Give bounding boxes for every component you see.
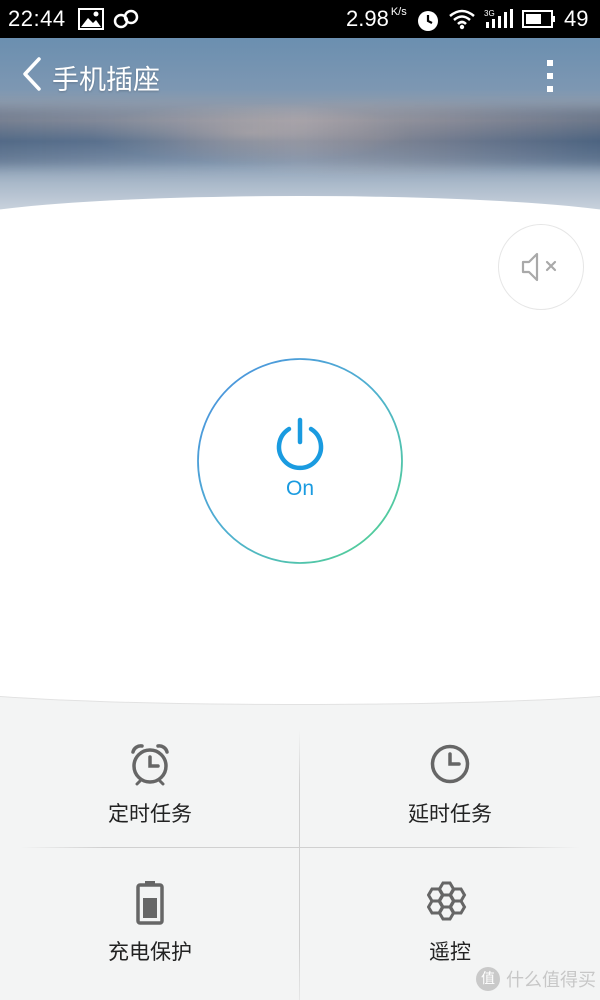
delay-task-label: 延时任务: [408, 802, 492, 826]
more-vertical-icon: [547, 60, 553, 66]
speaker-muted-icon: [521, 252, 557, 282]
status-bar: 22:44 2.98 K/s 3G 49: [0, 0, 600, 38]
power-toggle-button[interactable]: On: [196, 357, 404, 565]
network-type: 3G: [484, 9, 495, 18]
power-content: On: [196, 357, 404, 565]
function-panel: 定时任务 延时任务 充电保护 遥控: [0, 690, 600, 1000]
charge-protection-label: 充电保护: [108, 940, 192, 964]
charge-protection-button[interactable]: 充电保护: [0, 848, 300, 998]
banner-background: [0, 108, 600, 168]
more-menu-button[interactable]: [538, 56, 562, 96]
alarm-clock-icon: [128, 742, 172, 786]
page-title: 手机插座: [52, 65, 160, 96]
mute-button[interactable]: [498, 224, 584, 310]
watermark: 值 什么值得买: [476, 966, 596, 992]
clock-icon: [428, 742, 472, 786]
speed-unit: K/s: [390, 6, 407, 18]
remote-control-label: 遥控: [429, 940, 471, 964]
header-curve: [0, 196, 600, 210]
image-icon: [78, 8, 104, 36]
timer-task-button[interactable]: 定时任务: [0, 690, 300, 840]
wifi-icon: [448, 8, 476, 36]
signal-icon: 3G: [484, 8, 514, 36]
watermark-text: 什么值得买: [506, 970, 596, 991]
power-state-label: On: [285, 477, 314, 500]
hexagon-cluster-icon: [427, 880, 473, 924]
chevron-left-icon: [23, 57, 41, 91]
power-icon: [276, 417, 324, 471]
header-banner: 手机插座: [0, 38, 600, 210]
delay-task-button[interactable]: 延时任务: [300, 690, 600, 840]
status-time: 22:44: [8, 6, 66, 31]
timer-task-label: 定时任务: [108, 802, 192, 826]
battery-icon: [135, 880, 165, 925]
battery-level: 49: [564, 6, 589, 31]
link-icon: [112, 8, 140, 36]
back-button[interactable]: [18, 56, 46, 92]
watermark-badge: 值: [476, 967, 500, 991]
speed-value: 2.98: [346, 6, 389, 31]
alarm-icon: [416, 8, 440, 38]
battery-icon: [522, 8, 556, 36]
network-speed: 2.98 K/s: [346, 6, 407, 32]
